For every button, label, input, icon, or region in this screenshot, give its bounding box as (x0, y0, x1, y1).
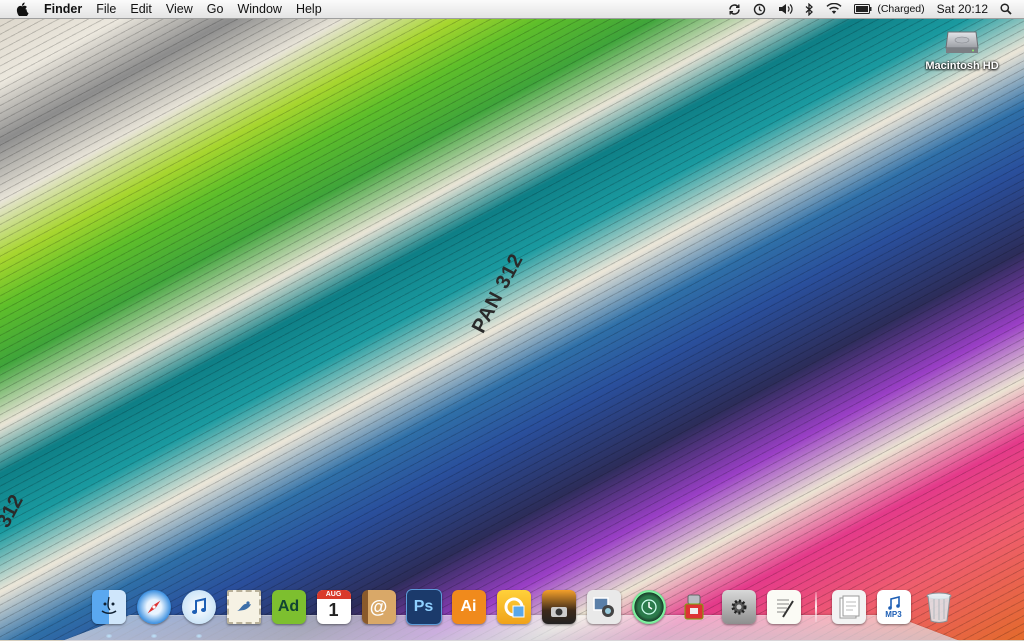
dock-item-time-machine[interactable] (630, 588, 668, 626)
running-indicator (195, 634, 202, 638)
dock-item-dreamweaver[interactable]: Ad (270, 588, 308, 626)
menu-app-finder[interactable]: Finder (40, 0, 89, 18)
wifi-icon[interactable] (820, 0, 848, 18)
calendar-icon: AUG 1 (316, 590, 351, 624)
dock-item-mp3-file[interactable]: MP3 (875, 588, 913, 626)
hard-drive-icon (944, 22, 980, 58)
menu-go[interactable]: Go (200, 0, 231, 18)
dock: Ad AUG 1 @ Ps Ai MP3 (86, 584, 961, 638)
menu-extras: (Charged) Sat 20:12 (722, 0, 1024, 18)
mp3-file-icon: MP3 (876, 590, 911, 624)
dock-item-ical[interactable]: AUG 1 (315, 588, 353, 626)
menu-clock[interactable]: Sat 20:12 (931, 0, 994, 18)
calendar-day: 1 (328, 600, 339, 620)
menu-file[interactable]: File (89, 0, 123, 18)
menu-bar: Finder File Edit View Go Window Help (Ch… (0, 0, 1024, 19)
dock-item-documents-stack[interactable] (830, 588, 868, 626)
photoshop-icon: Ps (405, 589, 442, 625)
illustrator-icon: Ai (451, 590, 486, 624)
illustrator-label: Ai (460, 598, 477, 615)
calendar-month: AUG (316, 590, 351, 599)
dreamweaver-label: Ad (277, 598, 300, 615)
bluetooth-icon[interactable] (799, 0, 820, 18)
dreamweaver-icon: Ad (271, 590, 306, 624)
running-indicator (105, 634, 112, 638)
photoshop-label: Ps (413, 598, 434, 615)
wallpaper-text: PAN 312 (467, 249, 528, 337)
apple-logo-icon[interactable] (16, 2, 30, 16)
drive-label: Macintosh HD (925, 60, 999, 72)
mp3-label: MP3 (885, 609, 902, 619)
dock-item-automator[interactable] (675, 588, 713, 626)
running-indicator (150, 634, 157, 638)
automator-robot-icon (677, 590, 711, 624)
dock-item-photoshop[interactable]: Ps (405, 588, 443, 626)
dock-item-itunes[interactable] (180, 588, 218, 638)
iphoto-camera-icon (541, 590, 576, 624)
time-machine-icon[interactable] (747, 0, 772, 18)
battery-status[interactable]: (Charged) (848, 0, 930, 18)
itunes-note-icon (181, 590, 216, 624)
dock-item-textedit[interactable] (765, 588, 803, 626)
battery-icon (854, 4, 872, 14)
preview-app-icon (496, 590, 531, 624)
time-machine-app-icon (631, 590, 666, 624)
photo-booth-icon (586, 590, 621, 624)
menu-help[interactable]: Help (289, 0, 329, 18)
textedit-icon (766, 590, 801, 624)
gear-icon (721, 590, 756, 624)
dock-item-address-book[interactable]: @ (360, 588, 398, 626)
safari-compass-icon (136, 590, 171, 624)
menu-view[interactable]: View (159, 0, 200, 18)
desktop-icon-macintosh-hd[interactable]: Macintosh HD (922, 22, 1002, 72)
mail-stamp-icon (226, 590, 261, 624)
sync-icon[interactable] (722, 0, 747, 18)
trash-icon (922, 590, 956, 624)
menu-window[interactable]: Window (230, 0, 288, 18)
dock-item-safari[interactable] (135, 588, 173, 638)
menu-edit[interactable]: Edit (123, 0, 159, 18)
dock-item-mail[interactable] (225, 588, 263, 626)
finder-icon (91, 590, 126, 624)
dock-item-finder[interactable] (90, 588, 128, 638)
dock-item-photo-booth[interactable] (585, 588, 623, 626)
address-book-icon: @ (361, 590, 396, 624)
dock-item-preview[interactable] (495, 588, 533, 626)
volume-icon[interactable] (772, 0, 799, 18)
dock-separator (815, 592, 817, 622)
documents-stack-icon (831, 590, 866, 624)
spotlight-search-icon[interactable] (994, 0, 1024, 18)
dock-item-iphoto[interactable] (540, 588, 578, 626)
dock-item-system-preferences[interactable] (720, 588, 758, 626)
battery-text: (Charged) (877, 3, 925, 15)
address-book-glyph: @ (369, 596, 388, 617)
desktop-wallpaper: PAN 312 312 (0, 0, 1024, 640)
dock-item-illustrator[interactable]: Ai (450, 588, 488, 626)
wallpaper-text-secondary: 312 (0, 491, 28, 532)
dock-item-trash[interactable] (920, 588, 958, 626)
